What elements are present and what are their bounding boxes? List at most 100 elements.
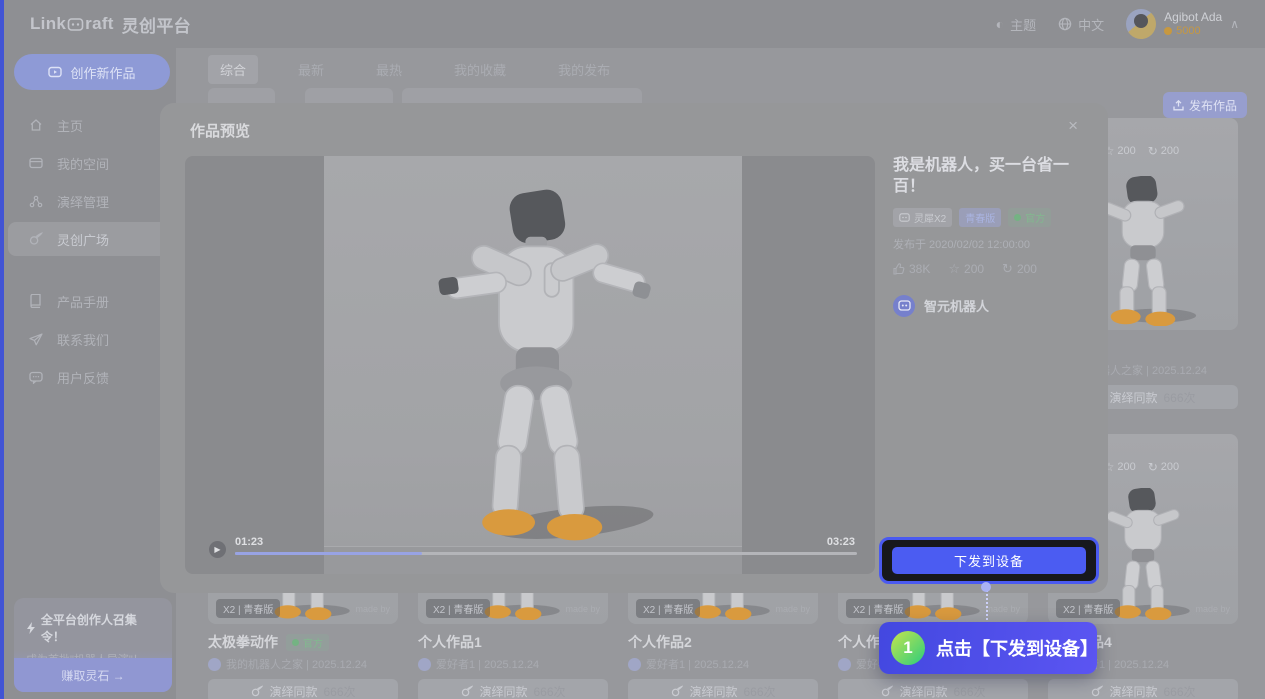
work-card-author: 爱好者1 | 2025.12.24 xyxy=(418,656,608,672)
user-coins: 5000 xyxy=(1164,25,1222,38)
sidebar-item-3[interactable]: 演绎管理 xyxy=(8,184,168,218)
sort-tab-2[interactable]: 最新 xyxy=(286,55,336,84)
feedback-icon xyxy=(28,371,43,384)
model-badge: X2 | 青春版 xyxy=(426,599,490,618)
author-avatar xyxy=(838,658,851,671)
theme-icon: ◐ xyxy=(996,16,1004,32)
video-floor xyxy=(324,546,742,574)
play-button[interactable]: ▶ xyxy=(209,541,226,558)
made-by-watermark: made by xyxy=(985,604,1020,616)
sidebar-item-label: 灵创广场 xyxy=(57,230,109,249)
sort-tabs: 综合 最新 最热 我的收藏 我的发布 xyxy=(208,55,622,84)
author-name: 智元机器人 xyxy=(924,296,989,315)
creator-promo-card: 全平台创作人召集令！ 成为首批"机器人导演"！ 赚取灵石 → xyxy=(14,598,172,692)
comet-icon xyxy=(670,685,683,698)
user-avatar xyxy=(1126,9,1156,39)
sidebar-item-label: 用户反馈 xyxy=(57,368,109,387)
publish-work-button[interactable]: 发布作品 xyxy=(1163,92,1247,118)
sidebar-item-label: 演绎管理 xyxy=(57,192,109,211)
user-menu[interactable]: Agibot Ada 5000 ∧ xyxy=(1126,9,1239,39)
top-navbar: Link raft 灵创平台 ◐ 主题 中文 Agibot Ad xyxy=(4,0,1265,48)
deploy-highlight-ring: 下发到设备 xyxy=(879,537,1099,584)
earn-gems-button[interactable]: 赚取灵石 → xyxy=(14,658,172,692)
sort-tab-5[interactable]: 我的发布 xyxy=(546,55,622,84)
sidebar-item-2[interactable]: 我的空间 xyxy=(8,146,168,180)
modal-title: 作品预览 xyxy=(190,120,250,141)
language-switcher[interactable]: 中文 xyxy=(1058,15,1104,34)
sort-tab-1[interactable]: 综合 xyxy=(208,55,258,84)
perform-same-button[interactable]: 演绎同款666次 xyxy=(628,679,818,699)
author-avatar xyxy=(418,658,431,671)
model-badge: X2 | 青春版 xyxy=(846,599,910,618)
stars-stat[interactable]: ☆200 xyxy=(948,261,984,277)
theme-toggle[interactable]: ◐ 主题 xyxy=(996,15,1036,34)
likes-stat[interactable]: 38K xyxy=(893,261,930,277)
author-avatar xyxy=(628,658,641,671)
sidebar-item-4[interactable]: 灵创广场 xyxy=(8,222,168,256)
sort-tab-3[interactable]: 最热 xyxy=(364,55,414,84)
close-icon[interactable]: × xyxy=(1068,116,1078,136)
made-by-watermark: made by xyxy=(355,604,390,616)
model-badge: X2 | 青春版 xyxy=(216,599,280,618)
sidebar-item-1[interactable]: 主页 xyxy=(8,108,168,142)
logo-text-prefix: Link xyxy=(30,14,66,34)
sidebar-item-label: 主页 xyxy=(57,116,83,135)
sort-tab-4[interactable]: 我的收藏 xyxy=(442,55,518,84)
publish-date: 发布于 2020/02/02 12:00:00 xyxy=(893,236,1088,252)
comet-icon xyxy=(460,685,473,698)
folder-icon xyxy=(28,157,43,169)
perform-same-button[interactable]: 演绎同款666次 xyxy=(418,679,608,699)
perform-same-button[interactable]: 演绎同款666次 xyxy=(208,679,398,699)
sidebar-item-label: 产品手册 xyxy=(57,292,109,311)
comet-icon xyxy=(880,685,893,698)
robot-face-icon xyxy=(899,213,910,222)
robot-figure xyxy=(410,184,660,544)
globe-icon xyxy=(1058,17,1072,31)
chevron-up-icon[interactable]: ∧ xyxy=(1230,17,1239,31)
work-card-title: 太极拳动作 xyxy=(208,632,278,652)
robot-face-icon xyxy=(898,300,911,311)
progress-bar[interactable] xyxy=(235,552,857,555)
work-author[interactable]: 智元机器人 xyxy=(893,295,1088,317)
sidebar-item-label: 联系我们 xyxy=(57,330,109,349)
sidebar: 创作新作品 主页 我的空间 演绎管理 灵创广场 产品手册 联系我们 用户反馈 全… xyxy=(4,48,176,699)
logo-text-cn: 灵创平台 xyxy=(122,12,191,37)
create-work-button[interactable]: 创作新作品 xyxy=(14,54,170,90)
logo-text-suffix: raft xyxy=(85,14,114,34)
coin-icon xyxy=(1164,27,1172,35)
progress-fill xyxy=(235,552,422,555)
deploy-to-device-button[interactable]: 下发到设备 xyxy=(892,547,1086,574)
thumbs-up-icon xyxy=(893,263,905,275)
perform-same-button[interactable]: 演绎同款666次 xyxy=(1048,679,1238,699)
author-avatar xyxy=(208,658,221,671)
made-by-watermark: made by xyxy=(775,604,810,616)
comet-icon xyxy=(1090,685,1103,698)
upload-icon xyxy=(1173,100,1184,111)
sidebar-item-7[interactable]: 用户反馈 xyxy=(8,360,168,394)
perform-same-button[interactable]: 演绎同款666次 xyxy=(838,679,1028,699)
work-card-author: 我的机器人之家 | 2025.12.24 xyxy=(208,656,398,672)
robot-face-icon xyxy=(67,16,84,33)
work-card-title: 个人作品1 xyxy=(418,632,482,652)
create-video-icon xyxy=(48,65,62,79)
book-icon xyxy=(28,294,43,308)
user-name: Agibot Ada xyxy=(1164,11,1222,25)
author-avatar xyxy=(893,295,915,317)
video-frame xyxy=(324,156,742,574)
guide-tooltip: 1 点击【下发到设备】 xyxy=(879,622,1097,674)
step-number-badge: 1 xyxy=(891,631,925,665)
work-stats: 38K ☆200 ↻200 xyxy=(893,261,1088,277)
sidebar-item-5[interactable]: 产品手册 xyxy=(8,284,168,318)
lightning-icon xyxy=(26,622,36,634)
model-tag: 灵犀X2 xyxy=(893,208,952,227)
home-icon xyxy=(28,118,43,132)
theme-label: 主题 xyxy=(1010,15,1036,34)
shares-stat[interactable]: ↻200 xyxy=(1002,261,1037,277)
send-icon xyxy=(28,333,43,346)
made-by-watermark: made by xyxy=(565,604,600,616)
language-label: 中文 xyxy=(1078,15,1104,34)
official-tag: 官方 xyxy=(1008,208,1051,227)
sidebar-item-6[interactable]: 联系我们 xyxy=(8,322,168,356)
comet-icon xyxy=(28,232,43,246)
work-title: 我是机器人，买一台省一百！ xyxy=(893,156,1088,198)
